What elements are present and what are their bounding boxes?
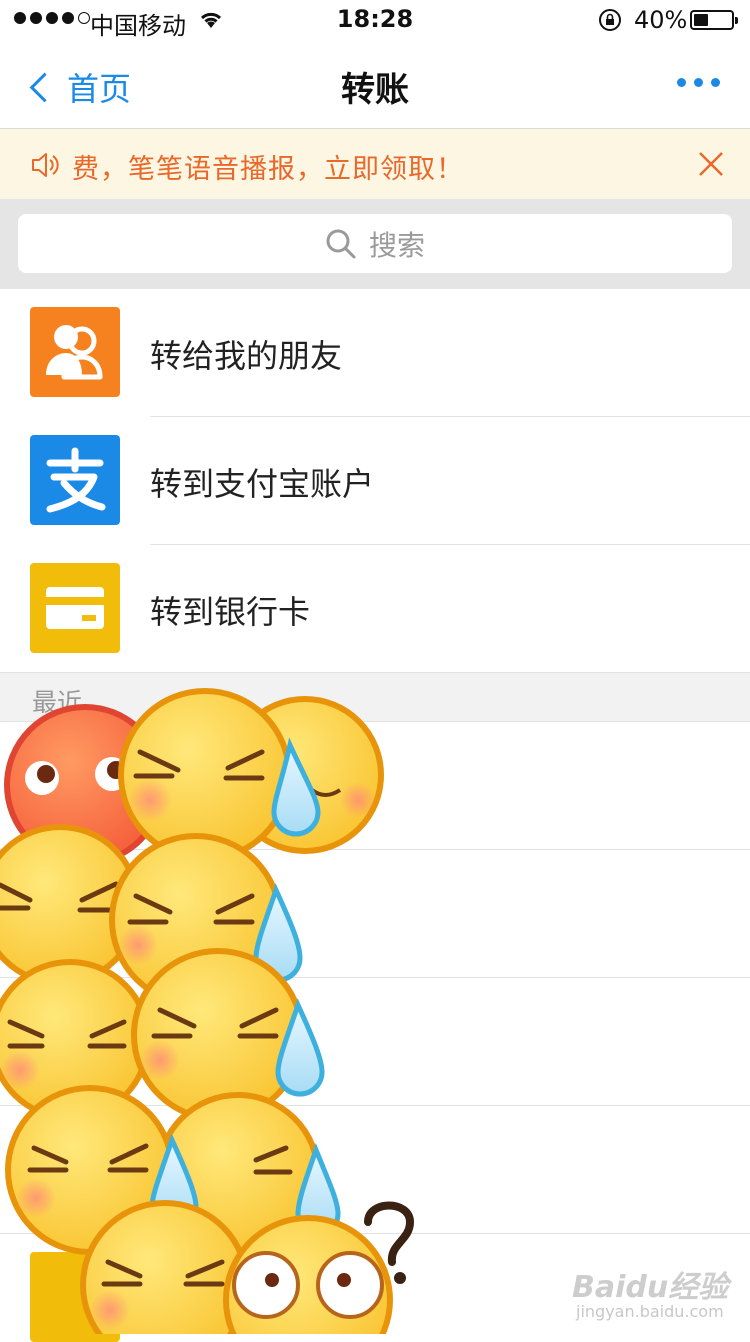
search-icon (326, 229, 356, 258)
page-title: 转账 (341, 70, 409, 110)
rotation-lock-icon (599, 9, 621, 31)
search-placeholder: 搜索 (368, 228, 425, 262)
close-icon[interactable] (696, 149, 726, 179)
battery-percent: 40% (634, 6, 688, 34)
search-input[interactable]: 搜索 (18, 214, 732, 273)
speaker-icon (32, 153, 59, 177)
bank-card-icon (30, 563, 120, 653)
menu-item-label: 转到银行卡 (150, 593, 311, 631)
emoji-sticker-overlay (0, 688, 415, 1334)
menu-item-label: 转到支付宝账户 (150, 465, 375, 503)
notice-text: 费，笔笔语音播报，立即领取！ (72, 154, 464, 185)
watermark-logo: Baidu经验 (572, 1270, 729, 1305)
menu-item-label: 转给我的朋友 (150, 337, 343, 375)
battery-icon (690, 10, 738, 30)
menu-item-friends[interactable]: 转给我的朋友 (0, 289, 750, 417)
emoji-face (80, 1200, 250, 1334)
navigation-bar: 首页 转账 (0, 40, 750, 129)
status-bar: 中国移动 18:28 40% (0, 0, 750, 40)
more-options-button[interactable] (677, 78, 720, 87)
notice-banner[interactable]: 费，笔笔语音播报，立即领取！ (0, 129, 750, 199)
watermark-url: jingyan.baidu.com (576, 1302, 724, 1321)
menu-item-bank-card[interactable]: 转到银行卡 (0, 545, 750, 673)
menu-item-alipay-account[interactable]: 转到支付宝账户 (0, 417, 750, 545)
alipay-icon (30, 435, 120, 525)
friends-icon (30, 307, 120, 397)
search-bar: 搜索 (0, 199, 750, 289)
